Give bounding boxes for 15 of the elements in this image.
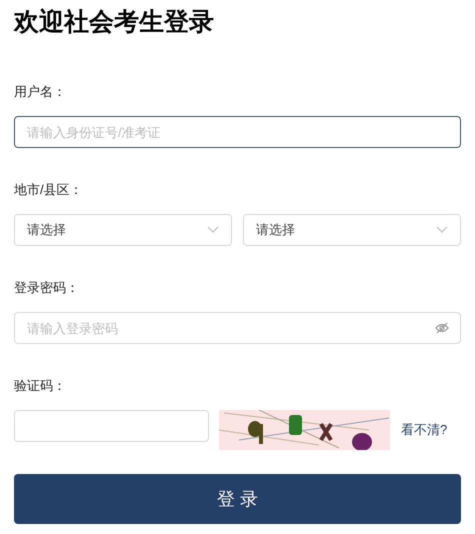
chevron-down-icon <box>436 226 448 234</box>
region-select[interactable]: 请选择 <box>14 214 232 246</box>
field-label: 地市/县区： <box>14 182 84 198</box>
password-field[interactable]: 请输入登录密码 <box>14 312 461 344</box>
page-title: 欢迎社会考生登录 <box>14 7 215 38</box>
region-select[interactable]: 请选择 <box>243 214 461 246</box>
captcha-field[interactable] <box>14 410 209 442</box>
field-label: 用户名： <box>14 84 67 100</box>
eye-slash-icon[interactable] <box>435 322 449 334</box>
field-label: 登录密码： <box>14 280 80 296</box>
login-button[interactable]: 登 录 <box>14 474 461 524</box>
field-label: 验证码： <box>14 378 67 394</box>
username-field[interactable]: 请输入身份证号/准考证 <box>14 116 461 148</box>
chevron-down-icon <box>207 226 219 234</box>
refresh-captcha-link[interactable]: 看不清? <box>401 420 448 440</box>
